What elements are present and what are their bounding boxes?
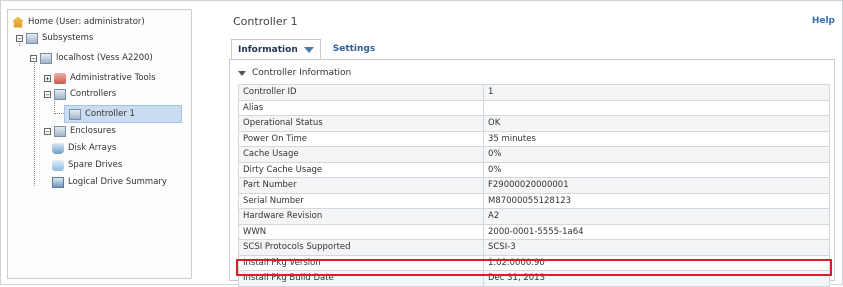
- tree-item-spare-drives[interactable]: Spare Drives: [52, 157, 122, 173]
- table-row: Power On Time 35 minutes: [238, 130, 830, 147]
- tree-item-label: Disk Arrays: [68, 143, 117, 153]
- property-value: F29000020000001: [483, 177, 830, 194]
- table-row: WWN 2000-0001-5555-1a64: [238, 223, 830, 240]
- window-frame: Home (User: administrator) − Subsystems …: [0, 0, 843, 287]
- tree-item-home[interactable]: Home (User: administrator): [12, 14, 145, 30]
- property-value: 0%: [483, 146, 830, 163]
- navigation-tree: Home (User: administrator) − Subsystems …: [7, 9, 192, 279]
- table-row: Hardware Revision A2: [238, 208, 830, 225]
- server-icon: [40, 52, 52, 64]
- property-label: Cache Usage: [238, 146, 484, 163]
- tree-connector: [34, 56, 35, 186]
- tree-item-controller-1[interactable]: Controller 1: [64, 105, 182, 123]
- controller-icon: [54, 88, 66, 100]
- table-row: Controller ID 1: [238, 84, 830, 101]
- tab-settings[interactable]: Settings: [323, 39, 385, 59]
- tree-item-controllers[interactable]: − Controllers: [44, 86, 116, 102]
- dropdown-arrow-icon[interactable]: [303, 46, 314, 53]
- enclosure-icon: [54, 125, 66, 137]
- property-value: 0%: [483, 161, 830, 178]
- property-value: OK: [483, 115, 830, 132]
- table-row: SCSI Protocols Supported SCSI-3: [238, 239, 830, 256]
- tree-item-label: Logical Drive Summary: [68, 177, 167, 187]
- property-label: Controller ID: [238, 84, 484, 101]
- controller-icon: [69, 108, 81, 120]
- tools-icon: [54, 72, 66, 84]
- property-label: Serial Number: [238, 192, 484, 209]
- collapse-toggle-icon[interactable]: −: [44, 90, 51, 98]
- property-value: 1.02.0000.90: [483, 254, 830, 271]
- main-content: Controller 1 Help Information Settings C…: [221, 9, 841, 287]
- tree-item-label: Administrative Tools: [70, 73, 156, 83]
- tree-item-disk-arrays[interactable]: Disk Arrays: [52, 140, 116, 156]
- tree-item-label: Controllers: [70, 89, 117, 99]
- tree-connector: [54, 113, 64, 114]
- tab-label: Information: [238, 44, 298, 55]
- property-value: 35 minutes: [483, 130, 830, 147]
- tree-item-label: localhost (Vess A2200): [56, 53, 153, 63]
- property-value: A2: [483, 208, 830, 225]
- tree-item-label: Controller 1: [85, 109, 135, 119]
- property-value: SCSI-3: [483, 239, 830, 256]
- tab-information[interactable]: Information: [231, 39, 321, 59]
- property-value: Dec 31, 2013: [483, 270, 830, 287]
- tree-item-localhost[interactable]: − localhost (Vess A2200): [30, 50, 153, 66]
- property-label: Install Pkg Build Date: [238, 270, 484, 287]
- table-row: Cache Usage 0%: [238, 146, 830, 163]
- collapse-toggle-icon[interactable]: −: [30, 54, 37, 62]
- collapse-arrow-icon[interactable]: [238, 70, 246, 76]
- tree-item-label: Subsystems: [42, 33, 94, 43]
- property-label: Operational Status: [238, 115, 484, 132]
- table-row: Install Pkg Build Date Dec 31, 2013: [238, 270, 830, 287]
- expand-toggle-icon[interactable]: +: [44, 74, 51, 82]
- property-label: Hardware Revision: [238, 208, 484, 225]
- section-title: Controller Information: [252, 68, 352, 78]
- property-value: [483, 99, 830, 116]
- subsystem-icon: [26, 32, 38, 44]
- collapse-toggle-icon[interactable]: −: [16, 34, 23, 42]
- property-value: 2000-0001-5555-1a64: [483, 223, 830, 240]
- tab-bar: Information Settings: [231, 39, 385, 59]
- tree-item-logical-drive-summary[interactable]: Logical Drive Summary: [52, 174, 167, 190]
- page-title: Controller 1: [233, 15, 298, 28]
- information-panel: Controller Information Controller ID 1 Ali…: [229, 59, 835, 287]
- property-label: SCSI Protocols Supported: [238, 239, 484, 256]
- property-value: M87000055128123: [483, 192, 830, 209]
- property-label: Power On Time: [238, 130, 484, 147]
- disk-array-icon: [52, 142, 64, 154]
- property-label: WWN: [238, 223, 484, 240]
- spare-drive-icon: [52, 159, 64, 171]
- help-link[interactable]: Help: [812, 16, 835, 26]
- table-row: Dirty Cache Usage 0%: [238, 161, 830, 178]
- tree-item-subsystems[interactable]: − Subsystems: [16, 30, 93, 46]
- property-value: 1: [483, 84, 830, 101]
- table-row: Operational Status OK: [238, 115, 830, 132]
- tree-item-label: Home (User: administrator): [28, 17, 145, 27]
- property-label: Part Number: [238, 177, 484, 194]
- tree-item-label: Spare Drives: [68, 160, 123, 170]
- tree-item-administrative-tools[interactable]: + Administrative Tools: [44, 70, 156, 86]
- table-row: Install Pkg Version 1.02.0000.90: [238, 254, 830, 271]
- table-row: Alias: [238, 99, 830, 116]
- property-label: Alias: [238, 99, 484, 116]
- collapse-toggle-icon[interactable]: −: [44, 127, 51, 135]
- controller-info-table: Controller ID 1 Alias Operational Status OK P…: [238, 84, 830, 287]
- logical-drive-icon: [52, 176, 64, 188]
- section-header-controller-information[interactable]: Controller Information: [238, 68, 351, 78]
- table-row: Serial Number M87000055128123: [238, 192, 830, 209]
- property-label: Install Pkg Version: [238, 254, 484, 271]
- table-row: Part Number F29000020000001: [238, 177, 830, 194]
- tree-item-enclosures[interactable]: − Enclosures: [44, 123, 116, 139]
- property-label: Dirty Cache Usage: [238, 161, 484, 178]
- home-icon: [12, 16, 24, 28]
- tree-item-label: Enclosures: [70, 126, 116, 136]
